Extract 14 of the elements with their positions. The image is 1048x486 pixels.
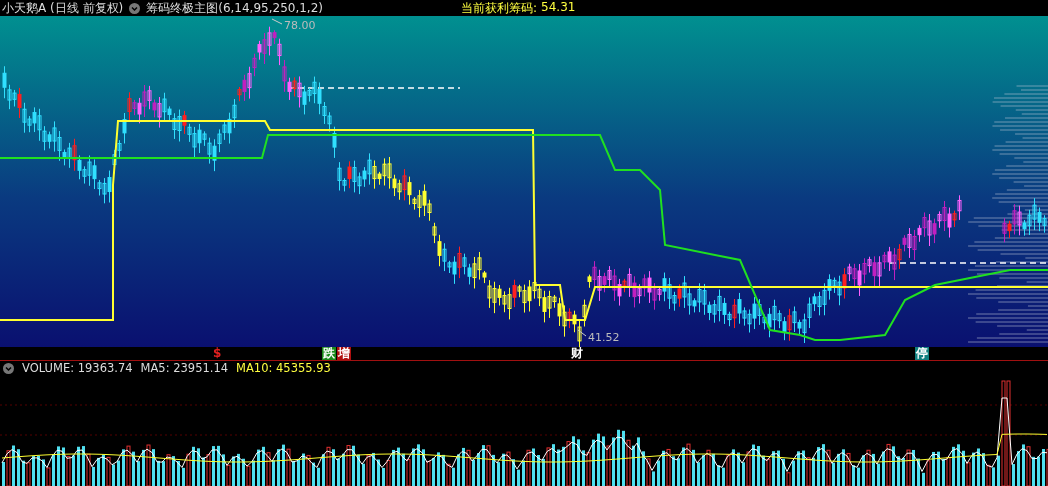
low-price-label: 41.52: [588, 331, 620, 344]
ma10-value: MA10: 45355.93: [236, 361, 331, 375]
event-marker: 财: [570, 347, 584, 360]
event-marker: 停: [915, 347, 929, 360]
stock-title: 小天鹅A (日线 前复权): [2, 0, 124, 17]
indicator-name: 筹码终极主图(6,14,95,250,1,2): [146, 0, 323, 17]
event-marker: 增: [337, 347, 351, 360]
profit-value: 54.31: [541, 0, 576, 16]
volume-value: VOLUME: 19363.74: [22, 361, 133, 375]
event-marker: 跌: [322, 347, 336, 360]
ma5-value: MA5: 23951.14: [140, 361, 229, 375]
event-marker: $: [212, 347, 223, 360]
profit-label: 当前获利筹码:: [461, 0, 538, 17]
high-price-label: 78.00: [284, 19, 316, 32]
